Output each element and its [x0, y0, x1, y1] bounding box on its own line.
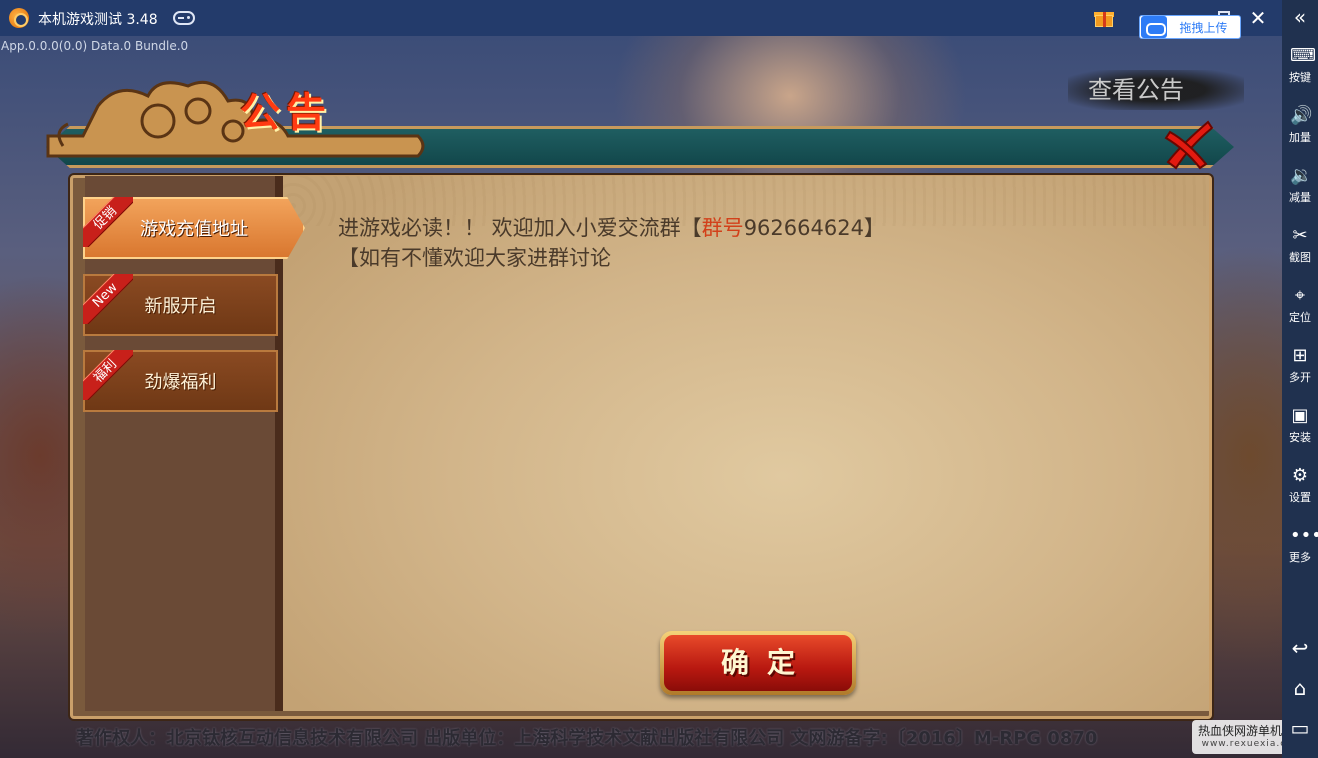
- sidebar-item-label: 多开: [1289, 371, 1311, 384]
- confirm-button-label: 确定: [664, 635, 852, 691]
- scissors-icon: ✂: [1292, 225, 1308, 246]
- confirm-button[interactable]: 确定: [660, 631, 856, 695]
- debug-version-text: App.0.0.0(0.0) Data.0 Bundle.0: [1, 39, 189, 53]
- window-title: 本机游戏测试 3.48: [38, 12, 158, 28]
- tab-new-server[interactable]: New 新服开启: [83, 274, 278, 336]
- app-logo-icon: [9, 8, 29, 28]
- sidebar-item-label: 按键: [1289, 71, 1311, 84]
- tab-hot-benefits[interactable]: 福利 劲爆福利: [83, 350, 278, 412]
- tab-badge: 促销: [83, 197, 133, 247]
- sidebar-item-label: 减量: [1289, 191, 1311, 204]
- location-pin-icon: ⌖: [1294, 285, 1306, 306]
- sidebar-item-label: 截图: [1289, 251, 1311, 264]
- close-window-icon[interactable]: ✕: [1248, 8, 1268, 28]
- tab-recharge-address[interactable]: 促销 游戏充值地址: [83, 197, 305, 259]
- notice-text-line: 进游戏必读！！ 欢迎加入小爱交流群【群号962664624】: [338, 216, 885, 240]
- multi-instance-icon: ⊞: [1292, 345, 1308, 366]
- group-number-highlight: 群号: [701, 216, 744, 240]
- tab-label: 新服开启: [144, 296, 217, 317]
- gear-icon: ⚙: [1291, 465, 1309, 486]
- sidebar-item-volume-up[interactable]: 🔊 加量: [1282, 106, 1318, 156]
- tab-badge: New: [83, 274, 133, 324]
- copyright-text: 著作权人：北京钛核互动信息技术有限公司 出版单位：上海科学技术文献出版社有限公司…: [76, 728, 1098, 749]
- game-viewport[interactable]: App.0.0.0(0.0) Data.0 Bundle.0 查看公告 公告 促…: [0, 36, 1282, 758]
- sidebar-item-label: 加量: [1289, 131, 1311, 144]
- drag-upload-label: 拖拽上传: [1179, 20, 1228, 35]
- sidebar-item-settings[interactable]: ⚙ 设置: [1282, 466, 1318, 516]
- tab-label: 游戏充值地址: [140, 219, 248, 240]
- dialog-title: 公告: [240, 90, 332, 136]
- sidebar-item-volume-down[interactable]: 🔉 减量: [1282, 166, 1318, 216]
- gift-icon[interactable]: [1094, 8, 1114, 28]
- site-watermark: 热血侠网游单机论坛 www.rexuexia.com: [1192, 720, 1282, 754]
- sidebar-item-label: 安装: [1289, 431, 1311, 444]
- keyboard-icon: ⌨: [1290, 45, 1316, 66]
- tab-label: 劲爆福利: [144, 372, 217, 393]
- volume-down-icon: 🔉: [1290, 165, 1313, 186]
- sidebar-item-label: 定位: [1289, 311, 1311, 324]
- view-notice-label: 查看公告: [1088, 76, 1184, 104]
- sidebar-item-install-apk[interactable]: ▣ 安装: [1282, 406, 1318, 456]
- emulator-titlebar: 本机游戏测试 3.48 ✕: [0, 0, 1282, 36]
- sidebar-item-label: 更多: [1289, 551, 1311, 564]
- gamepad-icon[interactable]: [173, 11, 195, 25]
- drag-upload-button[interactable]: 拖拽上传: [1139, 15, 1241, 39]
- notice-text-line: 【如有不懂欢迎大家进群讨论: [338, 246, 611, 270]
- apk-install-icon: ▣: [1291, 405, 1309, 426]
- recent-apps-icon[interactable]: ▭: [1282, 713, 1318, 743]
- back-icon[interactable]: ↩: [1282, 633, 1318, 663]
- view-notice-button[interactable]: 查看公告: [1068, 70, 1244, 110]
- sidebar-item-keymap[interactable]: ⌨ 按键: [1282, 46, 1318, 96]
- collapse-sidebar-icon[interactable]: «: [1282, 6, 1318, 30]
- cloud-ornament-icon: [46, 80, 425, 158]
- close-dialog-icon[interactable]: [1160, 116, 1216, 172]
- volume-up-icon: 🔊: [1290, 105, 1313, 126]
- cloud-icon: [1141, 16, 1167, 38]
- more-dots-icon: •••: [1290, 525, 1318, 546]
- sidebar-item-multi-instance[interactable]: ⊞ 多开: [1282, 346, 1318, 396]
- home-icon[interactable]: ⌂: [1282, 673, 1318, 703]
- sidebar-item-screenshot[interactable]: ✂ 截图: [1282, 226, 1318, 276]
- sidebar-item-more[interactable]: ••• 更多: [1282, 526, 1318, 576]
- tab-badge: 福利: [83, 350, 133, 400]
- sidebar-item-label: 设置: [1289, 491, 1311, 504]
- emulator-sidebar: « ⌨ 按键 🔊 加量 🔉 减量 ✂ 截图 ⌖ 定位 ⊞ 多开 ▣ 安装 ⚙ 设…: [1282, 0, 1318, 758]
- sidebar-item-location[interactable]: ⌖ 定位: [1282, 286, 1318, 336]
